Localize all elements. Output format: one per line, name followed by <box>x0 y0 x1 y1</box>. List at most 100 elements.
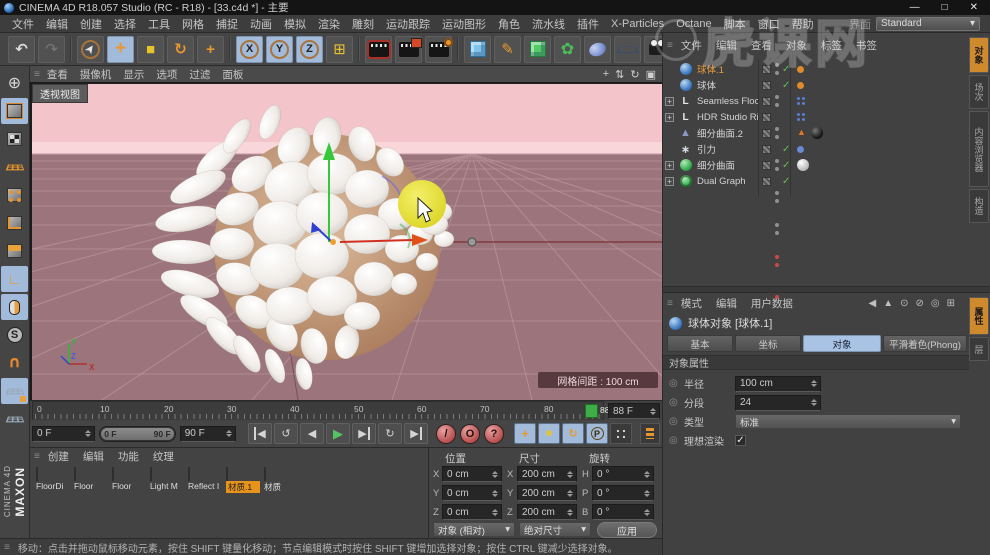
object-row-hdr-studio-rig[interactable]: + L HDR Studio Rig <box>663 109 963 171</box>
play-reverse-loop-button[interactable]: ↺ <box>274 423 298 444</box>
layer-color-box[interactable] <box>762 112 771 122</box>
tab-basic[interactable]: 基本 <box>667 335 733 352</box>
points-mode-button[interactable] <box>1 182 28 208</box>
rotation-p-field[interactable]: 0 ° <box>592 485 654 501</box>
tab-phong[interactable]: 平滑着色(Phong) <box>883 335 967 352</box>
expand-icon[interactable]: + <box>665 176 674 186</box>
zoom-view-icon[interactable]: ⇅ <box>615 68 624 81</box>
rotate-tool-button[interactable]: ↻ <box>167 35 194 63</box>
layer-color-box[interactable] <box>762 80 771 90</box>
last-tool-button[interactable]: + <box>197 35 224 63</box>
rotation-h-field[interactable]: 0 ° <box>592 466 654 482</box>
om-menu-edit[interactable]: 编辑 <box>710 38 743 53</box>
size-z-field[interactable]: 200 cm <box>517 504 577 520</box>
expand-icon[interactable]: + <box>665 160 674 170</box>
tab-takes[interactable]: 场次 <box>969 75 989 109</box>
rotation-b-field[interactable]: 0 ° <box>592 504 654 520</box>
navigation-globe-button[interactable]: ⊕ <box>1 70 28 96</box>
material-tile[interactable]: 材质 <box>264 467 298 515</box>
layer-color-box[interactable] <box>762 176 771 186</box>
tab-objects[interactable]: 对象 <box>969 37 989 73</box>
current-frame-field[interactable]: 88 F <box>608 403 660 419</box>
end-frame-field[interactable]: 90 F <box>179 425 236 442</box>
layout-dropdown[interactable]: Standard ▾ <box>876 16 980 31</box>
undo-button[interactable]: ↶ <box>8 35 35 63</box>
lock-x-axis-button[interactable]: X <box>236 35 263 63</box>
live-selection-button[interactable]: ➤ <box>77 35 104 63</box>
record-keyframe-button[interactable]: / <box>436 423 456 444</box>
workplane-button[interactable] <box>1 406 28 432</box>
render-settings-button[interactable] <box>425 35 453 63</box>
menu-mograph[interactable]: 运动图形 <box>436 16 492 32</box>
record-pla-button[interactable] <box>610 423 632 444</box>
xpresso-tag-icon[interactable] <box>797 97 806 106</box>
object-row-sphere1[interactable]: 球体.1 ✓ <box>663 61 963 77</box>
workplane-mode-button[interactable] <box>1 154 28 180</box>
phong-tag-icon[interactable] <box>797 82 804 89</box>
blue-dot-tag-icon[interactable] <box>797 146 804 153</box>
type-dropdown[interactable]: 标准 ▾ <box>735 414 961 429</box>
visibility-dots[interactable] <box>775 223 780 235</box>
expand-icon[interactable]: + <box>665 96 674 106</box>
attr-menu-mode[interactable]: 模式 <box>675 296 708 311</box>
coordinate-system-button[interactable]: ⊞ <box>326 35 353 63</box>
viewport-menu-display[interactable]: 显示 <box>118 67 149 82</box>
object-row-subdivision2[interactable]: ▲ 细分曲面.2 ▲ <box>663 125 963 203</box>
popout-icon[interactable]: ⊞ <box>947 298 955 309</box>
menu-plugins[interactable]: 插件 <box>571 16 605 32</box>
material-tag-icon[interactable] <box>797 159 809 171</box>
om-menu-file[interactable]: 文件 <box>675 38 708 53</box>
materials-menu-edit[interactable]: 编辑 <box>77 449 110 464</box>
subdivision-surface-button[interactable] <box>524 35 551 63</box>
radius-field[interactable]: 100 cm <box>735 375 821 392</box>
record-position-toggle[interactable]: + <box>514 423 536 444</box>
om-menu-tags[interactable]: 标签 <box>815 38 848 53</box>
spinner[interactable] <box>810 399 818 406</box>
layer-color-box[interactable] <box>762 160 771 170</box>
size-y-field[interactable]: 200 cm <box>517 485 577 501</box>
phong-tag-icon[interactable] <box>797 66 804 73</box>
om-menu-bookmarks[interactable]: 书签 <box>850 38 883 53</box>
menu-edit[interactable]: 编辑 <box>40 16 74 32</box>
menu-select[interactable]: 选择 <box>108 16 142 32</box>
spinner[interactable] <box>810 380 818 387</box>
menu-octane[interactable]: Octane <box>670 18 717 30</box>
apply-button[interactable]: 应用 <box>597 522 657 538</box>
menu-snap[interactable]: 捕捉 <box>210 16 244 32</box>
material-tile[interactable]: Floor <box>74 467 108 515</box>
viewport-menu-options[interactable]: 选项 <box>151 67 182 82</box>
texture-mode-button[interactable] <box>1 126 28 152</box>
position-mode-dropdown[interactable]: 对象 (相对) ▾ <box>433 522 515 537</box>
menu-simulate[interactable]: 模拟 <box>278 16 312 32</box>
target-icon[interactable]: ◎ <box>931 298 940 309</box>
object-row-subdivision[interactable]: + 细分曲面 ✓ <box>663 157 963 267</box>
redo-button[interactable]: ↷ <box>38 35 65 63</box>
triangle-tag-icon[interactable]: ▲ <box>797 127 806 137</box>
materials-menu-function[interactable]: 功能 <box>112 449 145 464</box>
om-menu-view[interactable]: 查看 <box>745 38 778 53</box>
render-perfect-checkbox[interactable]: ✓ <box>735 435 746 446</box>
viewport-menu-cameras[interactable]: 摄像机 <box>75 67 117 82</box>
menu-render[interactable]: 渲染 <box>312 16 346 32</box>
pen-spline-button[interactable]: ✎ <box>494 35 521 63</box>
frame-range-slider[interactable]: 0 F 90 F <box>99 425 176 442</box>
search-icon[interactable]: ⊙ <box>900 298 908 309</box>
spinner[interactable] <box>225 430 233 437</box>
material-tile[interactable]: Reflect I <box>188 467 222 515</box>
autokeying-button[interactable]: O <box>460 423 480 444</box>
play-button[interactable]: ▶ <box>326 423 350 444</box>
spinner[interactable] <box>84 430 92 437</box>
start-frame-field[interactable]: 0 F <box>32 425 96 442</box>
axis-mode-button[interactable]: ∟ <box>1 266 28 292</box>
attr-menu-userdata[interactable]: 用户数据 <box>745 296 799 311</box>
mograph-button[interactable]: ✿ <box>554 35 581 63</box>
material-tile[interactable]: Light M <box>150 467 184 515</box>
workplane-lock-button[interactable] <box>1 378 28 404</box>
attr-menu-edit[interactable]: 编辑 <box>710 296 743 311</box>
metaball-button[interactable] <box>584 35 611 63</box>
tab-layers[interactable]: 层 <box>969 337 989 361</box>
snap-s-button[interactable]: S <box>1 322 28 348</box>
menu-script[interactable]: 脚本 <box>718 16 752 32</box>
edges-mode-button[interactable] <box>1 210 28 236</box>
keyframe-selection-button[interactable]: ? <box>484 423 504 444</box>
